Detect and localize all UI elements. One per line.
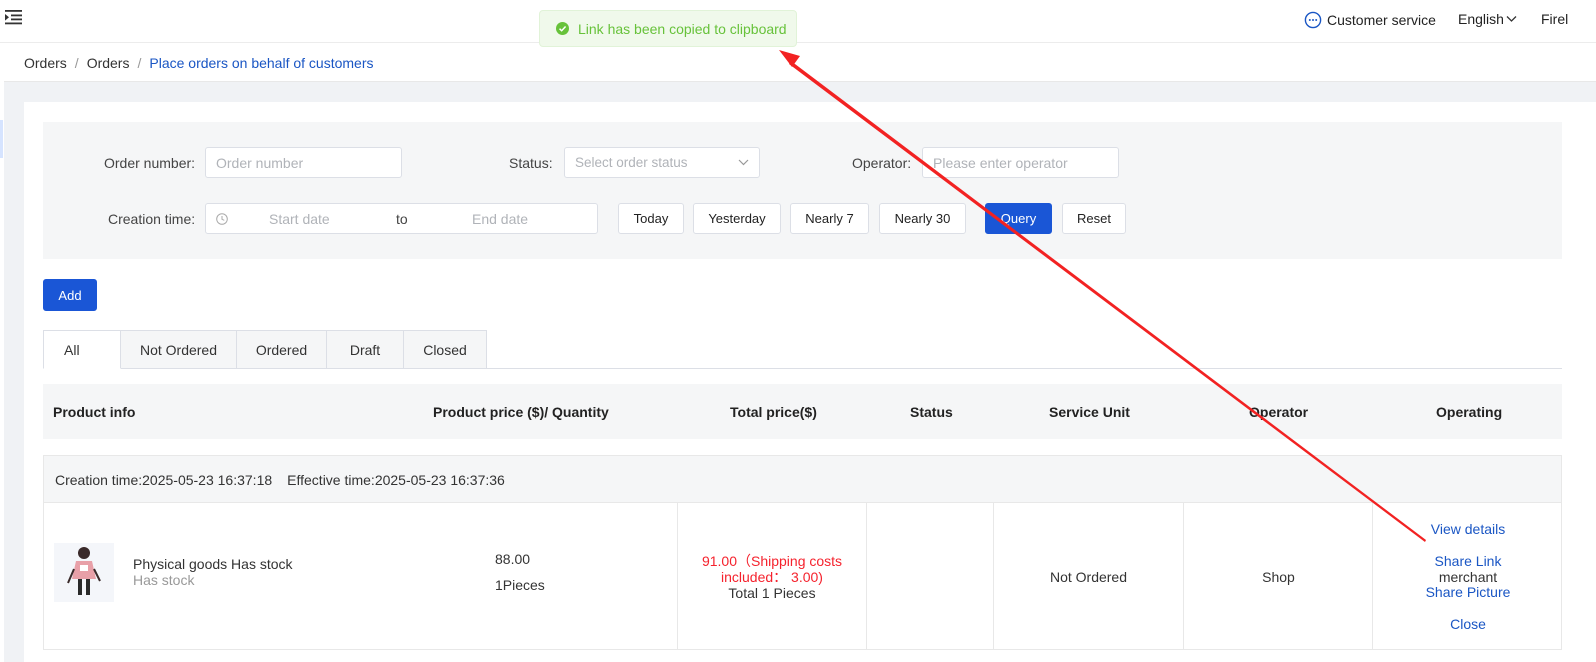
toast-message: Link has been copied to clipboard <box>578 20 787 37</box>
tab-all[interactable]: All <box>43 330 121 369</box>
breadcrumb: Orders / Orders / Place orders on behalf… <box>24 55 374 71</box>
menu-fold-icon[interactable] <box>5 9 23 25</box>
date-range-separator: to <box>396 211 408 227</box>
breadcrumb-separator: / <box>74 55 79 71</box>
effective-time-value: Effective time:2025-05-23 16:37:36 <box>287 472 505 488</box>
product-quantity: 1Pieces <box>495 577 545 593</box>
chevron-down-icon <box>738 159 749 166</box>
total-pieces: Total 1 Pieces <box>728 585 816 601</box>
operator-name: merchant <box>1438 569 1498 585</box>
col-status: Status <box>910 404 953 420</box>
product-stock: Has stock <box>133 572 195 588</box>
operator-placeholder: Please enter operator <box>933 154 1068 171</box>
yesterday-button[interactable]: Yesterday <box>693 203 781 234</box>
order-status: Not Ordered <box>1049 569 1128 585</box>
status-select[interactable]: Select order status <box>564 147 760 178</box>
end-date-placeholder: End date <box>472 211 529 227</box>
tab-draft[interactable]: Draft <box>327 330 404 369</box>
operator-input[interactable]: Please enter operator <box>922 147 1119 178</box>
nearly-30-button[interactable]: Nearly 30 <box>879 203 966 234</box>
language-select[interactable]: English <box>1458 11 1517 27</box>
operator-label: Operator: <box>852 155 912 171</box>
add-button[interactable]: Add <box>43 279 97 311</box>
clock-icon <box>216 213 228 225</box>
order-group-header: Creation time:2025-05-23 16:37:18 Effect… <box>43 455 1562 503</box>
shipping-costs: included： 3.00) <box>721 569 823 585</box>
table-header: Product info Product price ($)/ Quantity… <box>43 384 1562 439</box>
status-tabs: All Not Ordered Ordered Draft Closed <box>43 330 487 369</box>
chevron-down-icon <box>1506 16 1517 22</box>
view-details-link[interactable]: View details <box>1373 521 1563 537</box>
order-number-placeholder: Order number <box>216 154 304 171</box>
start-date-placeholder: Start date <box>269 211 330 227</box>
tabs-divider <box>487 368 1562 369</box>
order-number-label: Order number: <box>104 155 196 171</box>
total-price-cell: 91.00（Shipping costs included： 3.00) Tot… <box>678 553 866 601</box>
breadcrumb-separator: / <box>137 55 142 71</box>
table-row: Physical goods Has stock Has stock 88.00… <box>43 503 1562 650</box>
share-link-link[interactable]: Share Link <box>1373 553 1563 569</box>
col-operating: Operating <box>1436 404 1503 420</box>
check-circle-icon <box>556 22 569 35</box>
breadcrumb-bar: Orders / Orders / Place orders on behalf… <box>4 44 1596 82</box>
order-number-input[interactable]: Order number <box>205 147 402 178</box>
share-picture-link[interactable]: Share Picture <box>1373 584 1563 600</box>
col-price-quantity: Product price ($)/ Quantity <box>433 404 609 420</box>
top-header: Customer service English Firel <box>0 0 1596 43</box>
customer-service-label: Customer service <box>1327 12 1436 28</box>
creation-time-label: Creation time: <box>108 211 196 227</box>
breadcrumb-orders[interactable]: Orders <box>24 55 67 71</box>
column-divider <box>866 503 867 650</box>
breadcrumb-orders-sub[interactable]: Orders <box>87 55 130 71</box>
customer-service-link[interactable]: Customer service <box>1304 11 1436 29</box>
product-name: Physical goods Has stock <box>133 556 293 572</box>
service-unit: Shop <box>1262 569 1295 585</box>
reset-button[interactable]: Reset <box>1062 203 1126 234</box>
filter-panel <box>43 122 1562 259</box>
user-menu-label[interactable]: Firel <box>1541 11 1568 27</box>
tab-ordered[interactable]: Ordered <box>237 330 327 369</box>
nearly-7-button[interactable]: Nearly 7 <box>790 203 869 234</box>
col-service-unit: Service Unit <box>1049 404 1130 420</box>
col-total-price: Total price($) <box>730 404 817 420</box>
date-range-picker[interactable]: Start date to End date <box>205 203 598 234</box>
breadcrumb-current: Place orders on behalf of customers <box>149 55 374 71</box>
col-operator: Operator <box>1249 404 1309 420</box>
success-toast: Link has been copied to clipboard <box>539 10 797 47</box>
product-price: 88.00 <box>495 551 531 567</box>
creation-time-value: Creation time:2025-05-23 16:37:18 <box>55 472 273 488</box>
close-order-link[interactable]: Close <box>1373 616 1563 632</box>
total-price-value: 91.00（Shipping costs <box>701 553 843 569</box>
sidebar-edge <box>0 120 3 158</box>
tab-closed[interactable]: Closed <box>404 330 487 369</box>
today-button[interactable]: Today <box>618 203 684 234</box>
status-label: Status: <box>509 155 553 171</box>
language-label: English <box>1458 11 1504 27</box>
chat-bubble-icon <box>1304 11 1322 29</box>
product-thumbnail[interactable] <box>54 543 114 602</box>
query-button[interactable]: Query <box>985 203 1052 234</box>
status-placeholder: Select order status <box>575 155 688 170</box>
tab-not-ordered[interactable]: Not Ordered <box>121 330 237 369</box>
col-product-info: Product info <box>53 404 136 420</box>
